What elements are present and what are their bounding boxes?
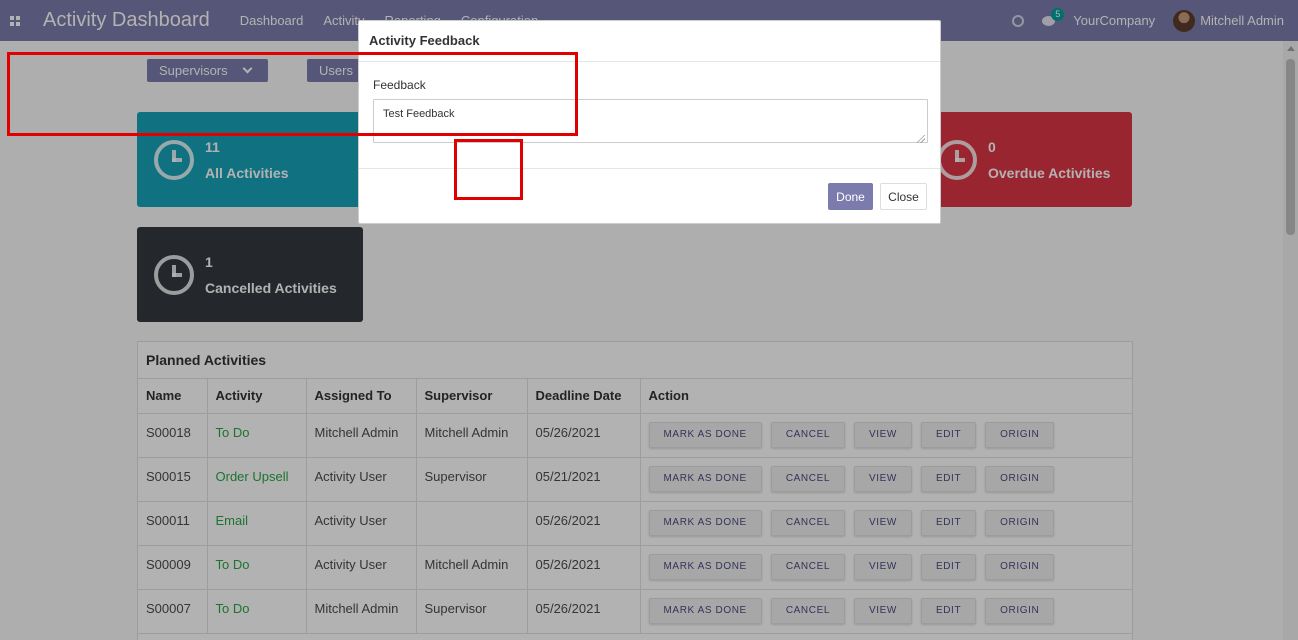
- resize-grip-icon[interactable]: [917, 135, 925, 143]
- done-button[interactable]: Done: [828, 183, 873, 210]
- close-button[interactable]: Close: [880, 183, 927, 210]
- feedback-highlight-box: [7, 52, 578, 136]
- done-highlight-box: [454, 139, 523, 200]
- dialog-footer: Done Close: [359, 169, 940, 224]
